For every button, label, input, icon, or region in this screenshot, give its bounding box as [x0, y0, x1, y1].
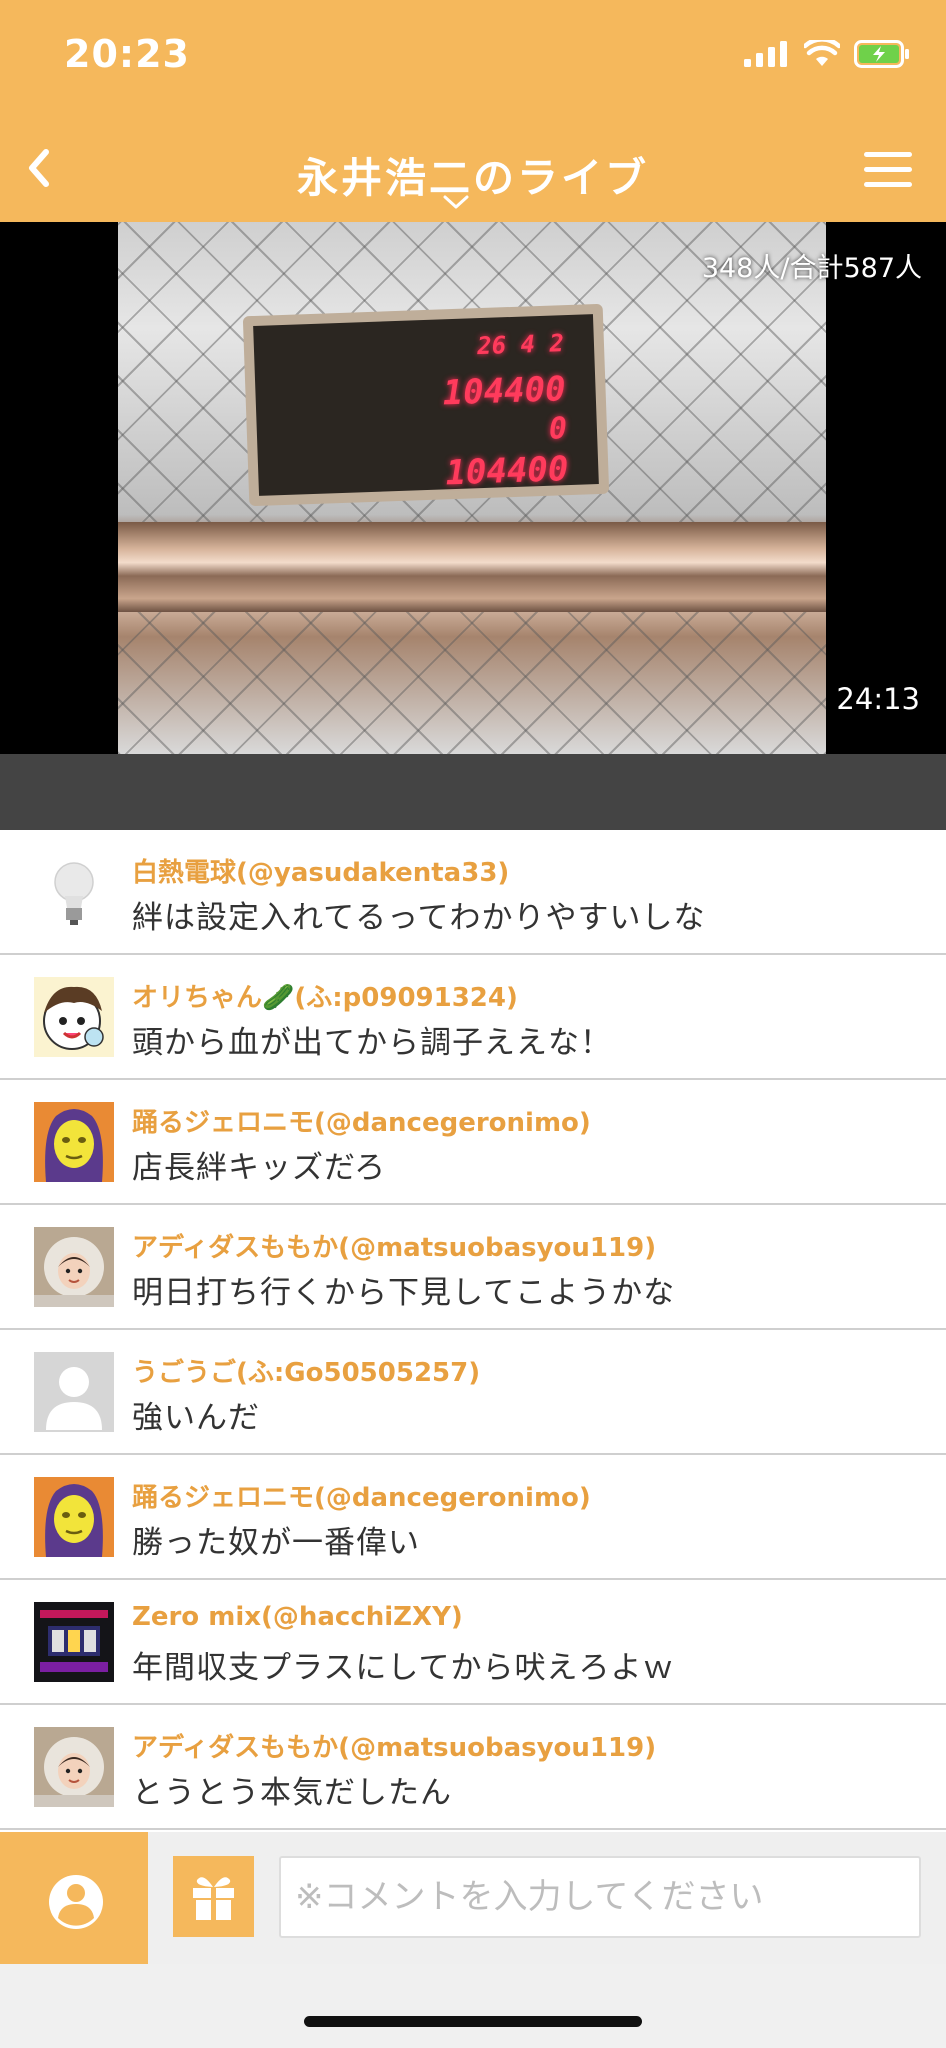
girl-photo-avatar[interactable]: [34, 1227, 114, 1307]
slot-screen-avatar[interactable]: [34, 1602, 114, 1682]
counter-row-2: 104400: [442, 369, 567, 414]
lightbulb-avatar[interactable]: [34, 852, 114, 932]
comment-item[interactable]: オリちゃん🥒(ふ:p09091324) 頭から血が出てから調子ええな！: [0, 955, 946, 1080]
menu-button[interactable]: [860, 142, 916, 198]
default-user-icon: [34, 1352, 114, 1432]
comment-input[interactable]: [279, 1856, 921, 1938]
gift-button[interactable]: [173, 1856, 254, 1937]
nav-bar: 永井浩二のライブ: [0, 100, 946, 222]
counter-row-1: 26 4 2: [476, 329, 565, 361]
lightbulb-icon: [34, 852, 114, 932]
comment-username[interactable]: うごうご(ふ:Go50505257): [132, 1352, 480, 1389]
comment-text: 勝った奴が一番偉い: [132, 1525, 420, 1561]
yellow-face-avatar[interactable]: [34, 1477, 114, 1557]
comment-username[interactable]: アディダスももか(@matsuobasyou119): [132, 1727, 656, 1764]
girl-photo-avatar[interactable]: [34, 1727, 114, 1807]
girl-photo-icon: [34, 1227, 114, 1307]
signal-icon: [744, 41, 787, 67]
chevron-down-icon[interactable]: [441, 192, 471, 212]
comment-item[interactable]: 踊るジェロニモ(@dancegeronimo) 店長絆キッズだろ: [0, 1080, 946, 1205]
status-bar: 20:23: [0, 0, 946, 100]
metal-shelf: [118, 522, 826, 612]
status-time: 20:23: [64, 32, 190, 76]
comment-text: 明日打ち行くから下見してこようかな: [132, 1275, 676, 1311]
profile-button[interactable]: [0, 1832, 148, 1964]
counter-row-3: 0: [548, 411, 568, 447]
comment-text: 年間収支プラスにしてから吠えろよｗ: [132, 1650, 675, 1686]
comment-text: 店長絆キッズだろ: [132, 1150, 387, 1186]
comment-username[interactable]: 踊るジェロニモ(@dancegeronimo): [132, 1477, 591, 1514]
default-user-avatar[interactable]: [34, 1352, 114, 1432]
comment-item[interactable]: アディダスももか(@matsuobasyou119) 明日打ち行くから下見してこ…: [0, 1205, 946, 1330]
cartoon-boy-avatar[interactable]: [34, 977, 114, 1057]
yellow-face-icon: [34, 1102, 114, 1182]
stream-duration: 24:13: [836, 682, 920, 716]
video-frame: 26 4 2 104400 0 104400: [118, 222, 826, 754]
comment-item[interactable]: アディダスももか(@matsuobasyou119) とうとう本気だしたん: [0, 1705, 946, 1830]
comment-username[interactable]: アディダスももか(@matsuobasyou119): [132, 1227, 656, 1264]
comment-list[interactable]: 白熱電球(@yasudakenta33) 絆は設定入れてるってわかりやすいしな …: [0, 830, 946, 1832]
yellow-face-icon: [34, 1477, 114, 1557]
live-video-player[interactable]: 26 4 2 104400 0 104400 348人/合計587人 24:13: [0, 222, 946, 754]
comment-item[interactable]: うごうご(ふ:Go50505257) 強いんだ: [0, 1330, 946, 1455]
comment-username[interactable]: Zero mix(@hacchiZXY): [132, 1602, 463, 1632]
comment-text: 絆は設定入れてるってわかりやすいしな: [132, 900, 706, 936]
data-counter-display: 26 4 2 104400 0 104400: [242, 303, 610, 507]
comment-text: 頭から血が出てから調子ええな！: [132, 1025, 612, 1061]
page-title[interactable]: 永井浩二のライブ: [0, 144, 946, 204]
comment-input-bar: [0, 1832, 946, 1964]
comment-text: とうとう本気だしたん: [132, 1775, 452, 1811]
home-indicator[interactable]: [304, 2016, 642, 2027]
comment-item[interactable]: 踊るジェロニモ(@dancegeronimo) 勝った奴が一番偉い: [0, 1455, 946, 1580]
comment-username[interactable]: 白熱電球(@yasudakenta33): [132, 852, 509, 889]
hamburger-menu-icon: [864, 152, 912, 187]
comment-text: 強いんだ: [132, 1400, 260, 1436]
comment-username[interactable]: オリちゃん🥒(ふ:p09091324): [132, 977, 518, 1014]
slot-screen-icon: [34, 1602, 114, 1682]
comment-item[interactable]: Zero mix(@hacchiZXY) 年間収支プラスにしてから吠えろよｗ: [0, 1580, 946, 1705]
counter-row-4: 104400: [444, 449, 570, 494]
battery-icon: [854, 40, 909, 68]
status-icons: [744, 40, 910, 68]
wifi-icon: [804, 40, 840, 66]
user-icon: [49, 1875, 103, 1929]
gift-icon: [193, 1877, 234, 1920]
girl-photo-icon: [34, 1727, 114, 1807]
video-control-band: [0, 754, 946, 830]
cartoon-boy-icon: [34, 977, 114, 1057]
yellow-face-avatar[interactable]: [34, 1102, 114, 1182]
viewer-count: 348人/合計587人: [701, 253, 922, 284]
comment-username[interactable]: 踊るジェロニモ(@dancegeronimo): [132, 1102, 591, 1139]
comment-item[interactable]: 白熱電球(@yasudakenta33) 絆は設定入れてるってわかりやすいしな: [0, 830, 946, 955]
